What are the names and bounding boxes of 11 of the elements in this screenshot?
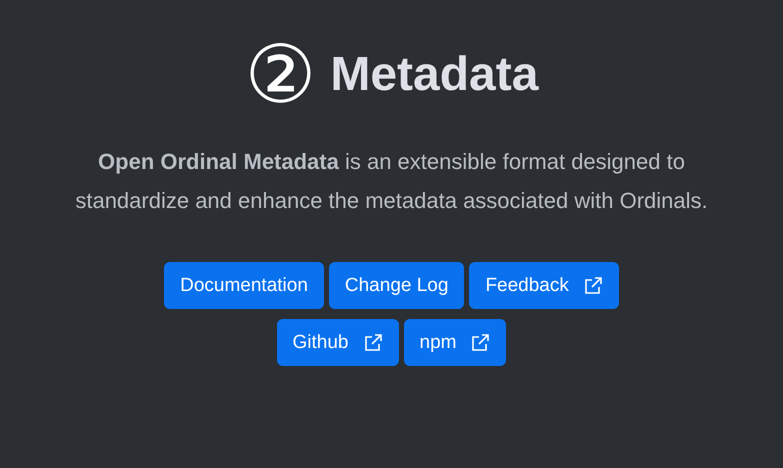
external-link-icon [470, 332, 490, 352]
link-button[interactable]: Change Log [328, 262, 464, 309]
external-link-button[interactable]: Github [276, 319, 398, 366]
external-link-icon [582, 276, 603, 296]
external-link-button[interactable]: npm [404, 319, 506, 366]
description: Open Ordinal Metadata is an extensible format designed to standardize and enhance the metadata associated with Ordinals. [74, 148, 709, 215]
page-title: Metadata [330, 47, 538, 103]
circled-two-icon: ② [244, 38, 316, 112]
external-link-button[interactable]: Feedback [469, 262, 619, 309]
external-link-icon [362, 332, 382, 352]
link-button[interactable]: Documentation [164, 262, 324, 309]
